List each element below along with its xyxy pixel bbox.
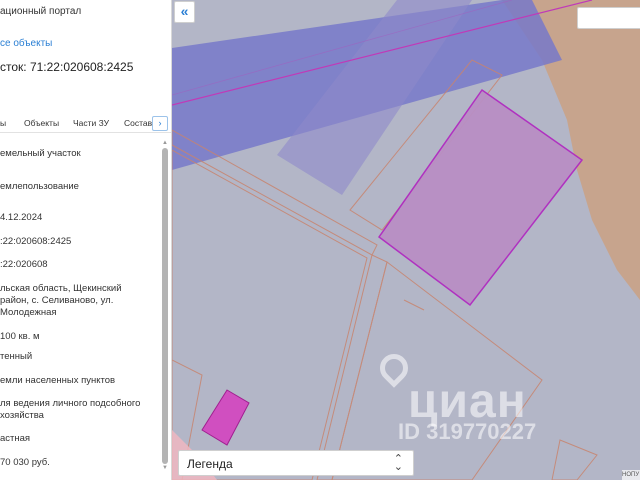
scroll-up-arrow-icon[interactable]: ▲ [162, 140, 168, 146]
legend-dropdown[interactable]: Легенда ⌃ ⌄ [178, 450, 414, 476]
tab-composition[interactable]: Состав [124, 118, 152, 128]
tab-characteristics[interactable]: ы [0, 118, 6, 128]
info-cadastral-value: 70 030 руб. [0, 457, 50, 468]
scroll-down-arrow-icon[interactable]: ▼ [162, 465, 168, 471]
info-object-type: емельный участок [0, 148, 81, 159]
map-layers [172, 0, 640, 480]
info-address: льская область, Щекинский район, с. Сели… [0, 283, 122, 318]
tab-bar: ы Объекты Части ЗУ Состав › [0, 115, 171, 133]
map-attribution[interactable]: НОПУ [622, 470, 640, 480]
panel-scrollbar[interactable]: ▲ ▼ [162, 140, 168, 471]
info-area: 100 кв. м [0, 331, 40, 342]
side-panel: ационный портал се объекты сток: 71:22:0… [0, 0, 172, 480]
plot-title: сток: 71:22:020608:2425 [0, 60, 134, 74]
info-subtype: емлепользование [0, 181, 79, 192]
info-date: 4.12.2024 [0, 212, 43, 223]
info-cadastral-number: :22:020608:2425 [0, 236, 72, 247]
info-permitted-use: ля ведения личного подсобного хозяйства [0, 398, 141, 421]
portal-title: ационный портал [0, 6, 82, 17]
map-search-input[interactable] [577, 7, 640, 29]
tab-objects[interactable]: Объекты [24, 118, 59, 128]
selected-plot [377, 88, 584, 307]
tab-parts[interactable]: Части ЗУ [73, 118, 109, 128]
cadastral-map[interactable] [172, 0, 640, 480]
info-ownership: астная [0, 433, 31, 444]
legend-label: Легенда [187, 457, 233, 471]
info-status: тенный [0, 351, 33, 362]
chevron-up-down-icon: ⌃ ⌄ [393, 453, 403, 473]
small-magenta-plot [201, 389, 250, 446]
watermark-id: ID 319770227 [398, 419, 537, 444]
tabs-next-button[interactable]: › [152, 116, 168, 131]
collapse-panel-button[interactable]: « [174, 1, 195, 23]
all-objects-link[interactable]: се объекты [0, 38, 52, 49]
info-quarter: :22:020608 [0, 259, 48, 270]
scroll-thumb[interactable] [162, 148, 168, 464]
info-land-category: емли населенных пунктов [0, 375, 116, 386]
